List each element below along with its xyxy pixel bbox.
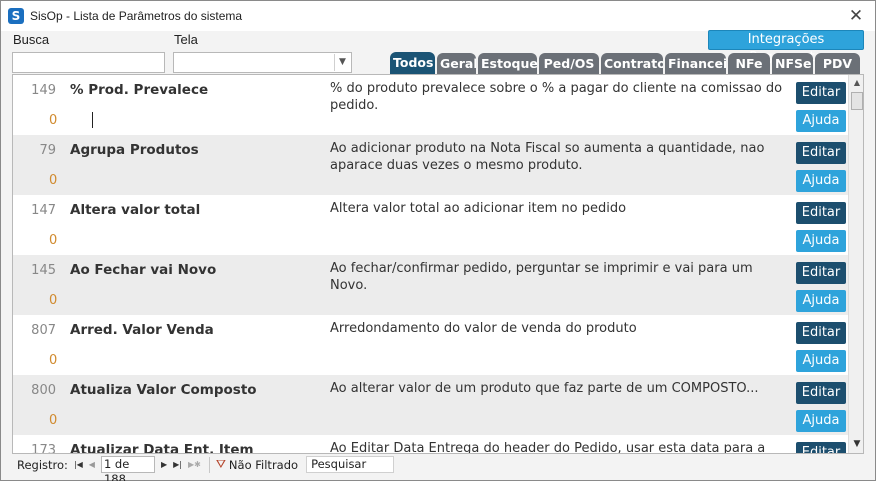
parameter-value[interactable]: 0: [49, 413, 57, 428]
tela-label: Tela: [174, 32, 198, 47]
editar-button[interactable]: Editar: [796, 82, 846, 104]
vertical-scrollbar[interactable]: ▲ ▼: [848, 75, 863, 453]
parameter-id: 800: [31, 383, 56, 398]
parameter-name: Atualiza Valor Composto: [70, 382, 257, 398]
app-logo-icon: S: [8, 8, 24, 24]
tab-pdv[interactable]: PDV: [815, 53, 860, 74]
text-cursor: [92, 112, 93, 128]
prev-record-icon[interactable]: ◀: [89, 460, 95, 469]
editar-button[interactable]: Editar: [796, 202, 846, 224]
navbar-divider: [208, 456, 210, 473]
parameter-id: 173: [31, 443, 56, 454]
filter-icon[interactable]: ⛛: [216, 457, 226, 472]
tab-estoque[interactable]: Estoque: [478, 53, 537, 74]
tab-ped-os[interactable]: Ped/OS: [539, 53, 599, 74]
parameter-value[interactable]: 0: [49, 113, 57, 128]
main-window: S SisOp - Lista de Parâmetros do sistema…: [0, 0, 876, 481]
tela-select[interactable]: ▼: [173, 52, 352, 73]
new-record-icon[interactable]: ▶✱: [188, 460, 201, 469]
tab-contrato[interactable]: Contrato: [601, 53, 663, 74]
navigator-search-input[interactable]: Pesquisar: [306, 456, 395, 473]
close-icon[interactable]: ✕: [847, 7, 865, 25]
editar-button[interactable]: Editar: [796, 382, 846, 404]
record-label: Registro:: [17, 457, 68, 472]
parameter-description: Altera valor total ao adicionar item no …: [330, 201, 627, 216]
scroll-up-icon[interactable]: ▲: [851, 77, 863, 89]
table-row: 145 0 Ao Fechar vai Novo Ao fechar/confirma…: [13, 255, 848, 315]
table-row: 800 0 Atualiza Valor Composto Ao alterar va…: [13, 375, 848, 435]
ajuda-button[interactable]: Ajuda: [796, 350, 846, 372]
window-title: SisOp - Lista de Parâmetros do sistema: [30, 9, 243, 23]
table-row: 79 0 Agrupa Produtos Ao adicionar produto n…: [13, 135, 848, 195]
parameter-name: % Prod. Prevalece: [70, 82, 209, 98]
editar-button[interactable]: Editar: [796, 142, 846, 164]
record-navigator: Registro: |◀ ◀ 1 de 188 ▶ ▶| ▶✱ ⛛ Não Fi…: [12, 455, 864, 481]
parameter-id: 79: [39, 143, 56, 158]
parameter-value[interactable]: 0: [49, 353, 57, 368]
parameter-name: Ao Fechar vai Novo: [70, 262, 217, 278]
tab-nfse[interactable]: NFSe: [772, 53, 813, 74]
tab-geral[interactable]: Geral: [437, 53, 476, 74]
next-record-icon[interactable]: ▶: [161, 460, 167, 469]
parameter-id: 147: [31, 203, 56, 218]
parameter-description: Arredondamento do valor de venda do prod…: [330, 321, 637, 336]
last-record-icon[interactable]: ▶|: [173, 460, 182, 469]
parameter-name: Atualizar Data Ent. Item: [70, 442, 254, 454]
category-tabs: TodosGeralEstoquePed/OSContratoFinanceir…: [390, 52, 862, 74]
table-row: 173 Atualizar Data Ent. Item Ao Editar Dat…: [13, 435, 848, 454]
parameter-value[interactable]: 0: [49, 233, 57, 248]
ajuda-button[interactable]: Ajuda: [796, 230, 846, 252]
table-row: 807 0 Arred. Valor Venda Arredondamento do …: [13, 315, 848, 375]
record-position-input[interactable]: 1 de 188: [100, 456, 155, 481]
ajuda-button[interactable]: Ajuda: [796, 170, 846, 192]
parameter-description: Ao adicionar produto na Nota Fiscal so a…: [330, 141, 765, 173]
tab-nfe[interactable]: NFe: [728, 53, 770, 74]
busca-input[interactable]: [12, 52, 165, 73]
ajuda-button[interactable]: Ajuda: [796, 290, 846, 312]
title-bar: S SisOp - Lista de Parâmetros do sistema…: [1, 1, 875, 31]
parameter-id: 807: [31, 323, 56, 338]
filter-status[interactable]: Não Filtrado: [229, 458, 298, 472]
table-row: 147 0 Altera valor total Altera valor total…: [13, 195, 848, 255]
parameter-value[interactable]: 0: [49, 293, 57, 308]
editar-button[interactable]: Editar: [796, 442, 846, 453]
tab-todos[interactable]: Todos: [390, 52, 435, 74]
busca-label: Busca: [13, 32, 50, 47]
parameter-description: % do produto prevalece sobre o % a pagar…: [330, 81, 783, 113]
parameter-id: 145: [31, 263, 56, 278]
parameter-description: Ao Editar Data Entrega do header do Pedi…: [330, 441, 766, 454]
editar-button[interactable]: Editar: [796, 322, 846, 344]
scroll-down-icon[interactable]: ▼: [850, 437, 863, 451]
parameter-list: 173 Atualizar Data Ent. Item Ao Editar Dat…: [12, 74, 864, 454]
tab-financeir[interactable]: Financeir: [665, 53, 726, 74]
first-record-icon[interactable]: |◀: [74, 460, 83, 469]
parameter-name: Altera valor total: [70, 202, 201, 218]
parameter-value[interactable]: 0: [49, 173, 57, 188]
parameter-description: Ao fechar/confirmar pedido, perguntar se…: [330, 261, 753, 293]
ajuda-button[interactable]: Ajuda: [796, 110, 846, 132]
parameter-name: Arred. Valor Venda: [70, 322, 214, 338]
ajuda-button[interactable]: Ajuda: [796, 410, 846, 432]
integracoes-pagamento-button[interactable]: Integrações Pagamento: [708, 30, 864, 65]
chevron-down-icon[interactable]: ▼: [334, 54, 350, 71]
scroll-thumb[interactable]: [851, 92, 863, 110]
editar-button[interactable]: Editar: [796, 262, 846, 284]
parameter-name: Agrupa Produtos: [70, 142, 199, 158]
table-row: 149 0 % Prod. Prevalece % do produto preval…: [13, 75, 848, 135]
parameter-id: 149: [31, 83, 56, 98]
parameter-description: Ao alterar valor de um produto que faz p…: [330, 381, 759, 396]
